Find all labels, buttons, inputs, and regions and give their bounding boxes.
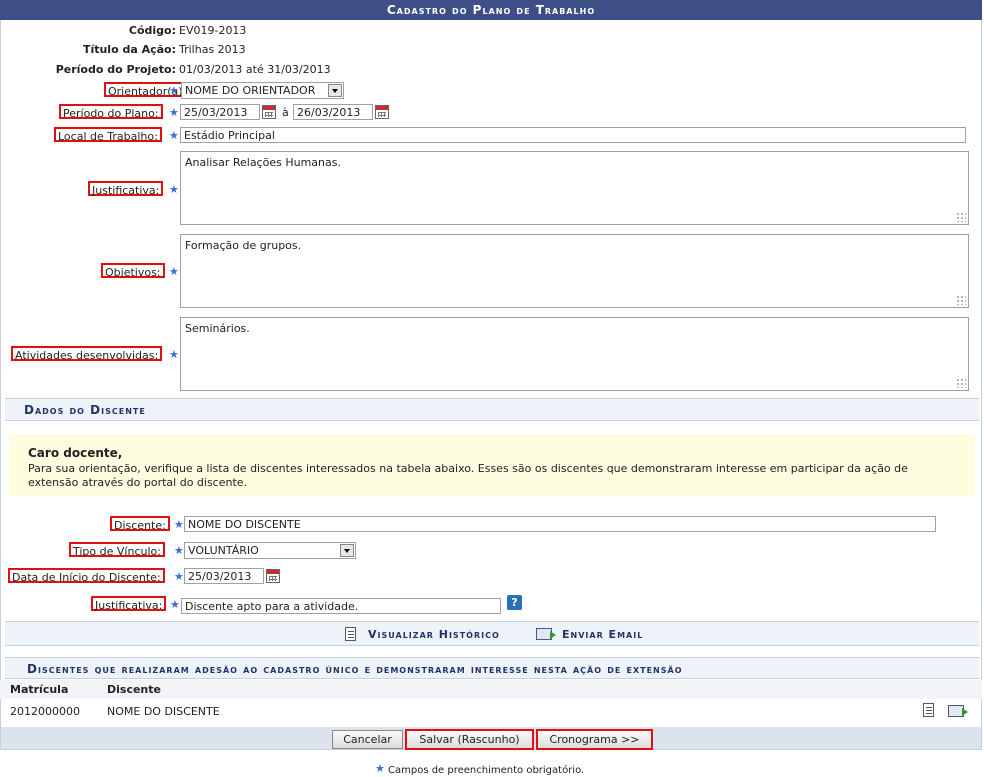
orientador-select[interactable]: NOME DO ORIENTADOR bbox=[181, 82, 344, 99]
local-trabalho-label: Local de Trabalho: bbox=[54, 127, 162, 143]
orientador-value: NOME DO ORIENTADOR bbox=[185, 84, 316, 97]
cronograma-button[interactable]: Cronograma >> bbox=[536, 729, 653, 750]
required-note: Campos de preenchimento obrigatório. bbox=[388, 765, 585, 776]
visualizar-historico-link[interactable]: Visualizar Histórico bbox=[368, 628, 500, 641]
help-icon[interactable]: ? bbox=[507, 595, 522, 610]
required-star-icon: ★ bbox=[169, 265, 179, 278]
email-icon[interactable] bbox=[948, 705, 968, 717]
titulo-label: Título da Ação: bbox=[82, 43, 176, 56]
atividades-label: Atividades desenvolvidas: bbox=[11, 346, 163, 362]
atividades-textarea[interactable]: Seminários. bbox=[180, 317, 969, 391]
tipo-vinculo-select[interactable]: VOLUNTÁRIO bbox=[184, 542, 356, 559]
codigo-value: EV019-2013 bbox=[179, 24, 247, 37]
history-icon[interactable] bbox=[345, 627, 356, 641]
justificativa-text: Analisar Relações Humanas. bbox=[185, 156, 341, 169]
required-star-icon: ★ bbox=[169, 183, 179, 196]
justificativa-textarea[interactable]: Analisar Relações Humanas. bbox=[180, 151, 969, 225]
required-star-icon: ★ bbox=[170, 598, 180, 611]
periodo-inicio-input[interactable]: 25/03/2013 bbox=[180, 104, 260, 120]
periodo-projeto-value: 01/03/2013 até 31/03/2013 bbox=[179, 63, 331, 76]
required-star-icon: ★ bbox=[169, 129, 179, 142]
notice-box: Caro docente, Para sua orientação, verif… bbox=[9, 434, 975, 496]
page-title: Cadastro do Plano de Trabalho bbox=[0, 0, 982, 20]
titulo-value: Trilhas 2013 bbox=[179, 43, 246, 56]
objetivos-textarea[interactable]: Formação de grupos. bbox=[180, 234, 969, 308]
required-star-icon: ★ bbox=[174, 544, 184, 557]
required-star-icon: ★ bbox=[169, 106, 179, 119]
calendar-icon[interactable] bbox=[262, 105, 276, 119]
discente-input[interactable]: NOME DO DISCENTE bbox=[184, 516, 936, 532]
periodo-projeto-label: Período do Projeto: bbox=[55, 63, 176, 76]
calendar-icon[interactable] bbox=[266, 569, 280, 583]
notice-title: Caro docente, bbox=[28, 446, 123, 460]
resize-grip-icon[interactable] bbox=[956, 378, 966, 388]
required-star-icon: ★ bbox=[169, 84, 179, 97]
history-icon[interactable] bbox=[923, 703, 934, 717]
periodo-fim-input[interactable]: 26/03/2013 bbox=[293, 104, 373, 120]
tipo-vinculo-value: VOLUNTÁRIO bbox=[188, 544, 259, 557]
justificativa-label: Justificativa: bbox=[88, 181, 164, 197]
justificativa-discente-input[interactable]: Discente apto para a atividade. bbox=[181, 598, 501, 614]
calendar-icon[interactable] bbox=[375, 105, 389, 119]
local-trabalho-input[interactable]: Estádio Principal bbox=[180, 127, 966, 143]
email-icon[interactable] bbox=[536, 628, 556, 640]
cancelar-button[interactable]: Cancelar bbox=[332, 730, 403, 749]
discente-label: Discente: bbox=[110, 516, 170, 532]
row-matricula: 2012000000 bbox=[10, 705, 80, 718]
codigo-label: Código: bbox=[128, 24, 176, 37]
required-star-icon: ★ bbox=[169, 348, 179, 361]
objetivos-text: Formação de grupos. bbox=[185, 239, 302, 252]
notice-text: Para sua orientação, verifique a lista d… bbox=[28, 462, 908, 489]
required-star-icon: ★ bbox=[174, 518, 184, 531]
periodo-separator: à bbox=[282, 106, 289, 119]
periodo-plano-label: Período do Plano: bbox=[59, 104, 163, 120]
required-star-icon: ★ bbox=[174, 570, 184, 583]
col-matricula: Matrícula bbox=[10, 683, 69, 696]
resize-grip-icon[interactable] bbox=[956, 295, 966, 305]
chevron-down-icon bbox=[328, 84, 342, 97]
justificativa-discente-label: Justificativa: bbox=[91, 596, 167, 612]
row-discente: NOME DO DISCENTE bbox=[107, 705, 220, 718]
required-star-icon: ★ bbox=[375, 762, 385, 775]
enviar-email-link[interactable]: Enviar Email bbox=[562, 628, 643, 641]
data-inicio-label: Data de Início do Discente: bbox=[8, 568, 165, 584]
atividades-text: Seminários. bbox=[185, 322, 250, 335]
resize-grip-icon[interactable] bbox=[956, 212, 966, 222]
dados-discente-header: Dados do Discente bbox=[5, 398, 979, 421]
adesao-header: Discentes que realizaram adesão ao cadas… bbox=[5, 657, 979, 679]
salvar-rascunho-button[interactable]: Salvar (Rascunho) bbox=[405, 729, 534, 750]
objetivos-label: Objetivos: bbox=[101, 263, 165, 279]
col-discente: Discente bbox=[107, 683, 161, 696]
data-inicio-input[interactable]: 25/03/2013 bbox=[184, 568, 264, 584]
chevron-down-icon bbox=[340, 544, 354, 557]
tipo-vinculo-label: Tipo de Vínculo: bbox=[69, 542, 165, 558]
